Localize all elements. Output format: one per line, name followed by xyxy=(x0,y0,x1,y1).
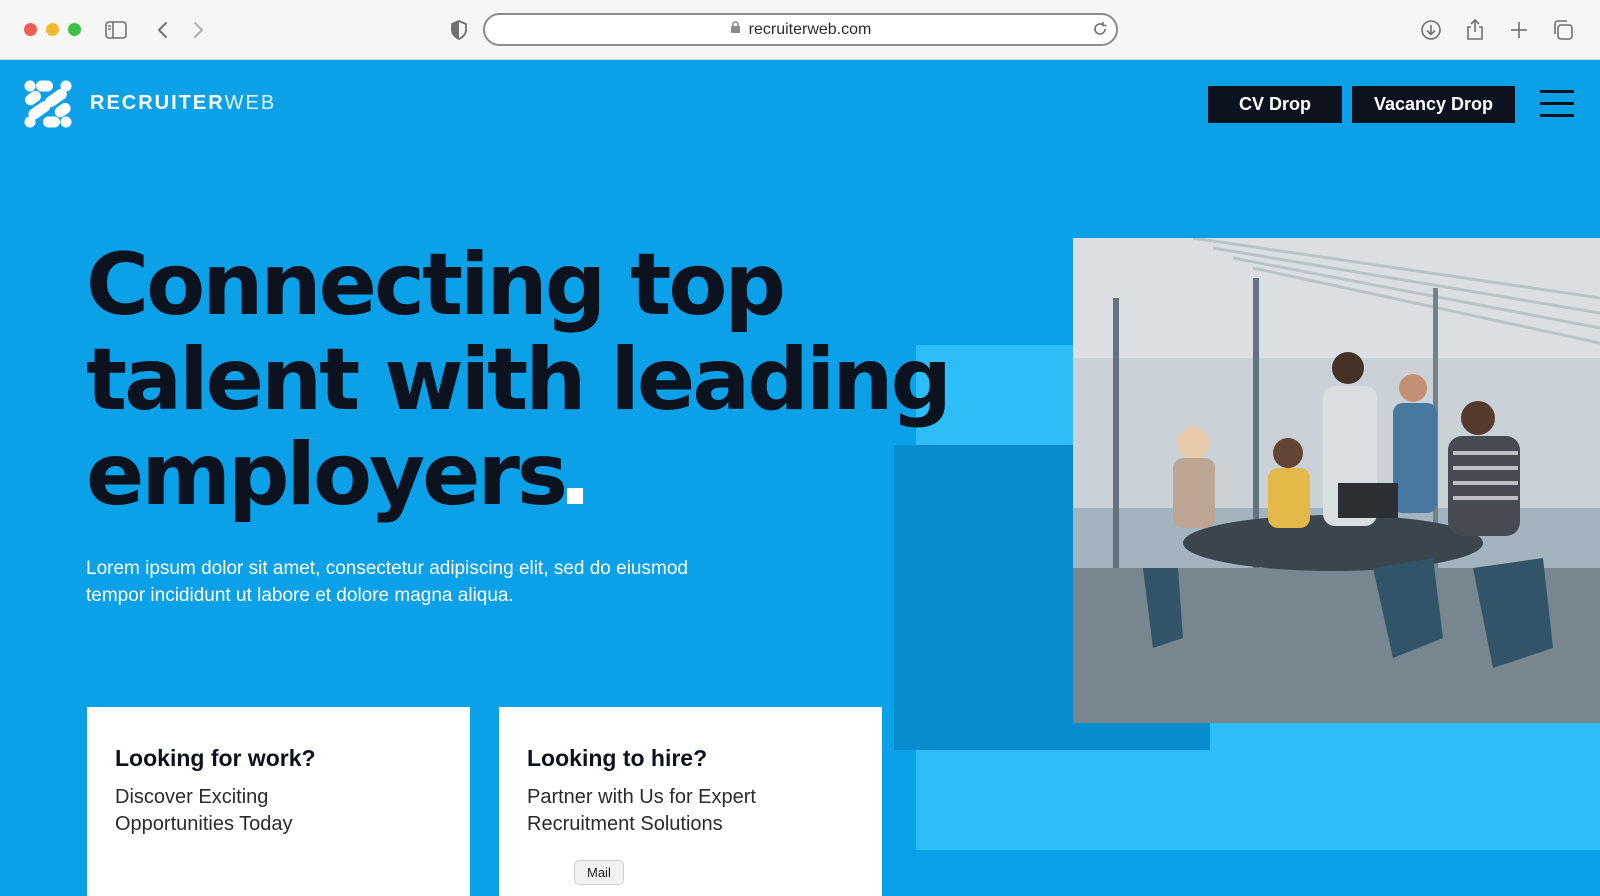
hero-subtitle: Lorem ipsum dolor sit amet, consectetur … xyxy=(86,555,806,609)
brand-wordmark-bold: RECRUITER xyxy=(90,92,225,114)
card-title: Looking for work? xyxy=(115,745,316,771)
forward-arrow-icon[interactable] xyxy=(185,17,211,43)
url-text: recruiterweb.com xyxy=(748,20,872,38)
download-icon[interactable] xyxy=(1418,17,1444,43)
tab-overview-icon[interactable] xyxy=(1550,17,1576,43)
card-text-line-1: Partner with Us for Expert xyxy=(527,786,756,808)
address-bar[interactable]: recruiterweb.com xyxy=(483,13,1118,46)
privacy-shield-icon[interactable] xyxy=(446,17,472,43)
cv-drop-button[interactable]: CV Drop xyxy=(1208,86,1342,123)
minimize-window-button[interactable] xyxy=(46,23,59,36)
hero-headline: Connecting top talent with leading emplo… xyxy=(86,238,986,523)
lock-icon xyxy=(730,20,741,39)
menu-hamburger-icon[interactable] xyxy=(1540,90,1574,118)
recruiterweb-logo-icon[interactable] xyxy=(24,80,72,128)
new-tab-plus-icon[interactable] xyxy=(1506,17,1532,43)
reload-icon[interactable] xyxy=(1092,21,1108,42)
back-arrow-icon[interactable] xyxy=(150,17,176,43)
card-text-line-2: Opportunities Today xyxy=(115,813,293,835)
looking-to-hire-card[interactable]: Looking to hire? Partner with Us for Exp… xyxy=(499,707,882,896)
card-text-line-2: Recruitment Solutions xyxy=(527,813,723,835)
close-window-button[interactable] xyxy=(24,23,37,36)
looking-for-work-card[interactable]: Looking for work? Discover Exciting Oppo… xyxy=(87,707,470,896)
hero-subtitle-line-2: tempor incididunt ut labore et dolore ma… xyxy=(86,585,514,606)
brand-wordmark-light: WEB xyxy=(224,92,277,114)
page: RECRUITERWEB CV Drop Vacancy Drop Connec… xyxy=(0,60,1600,896)
vacancy-drop-button[interactable]: Vacancy Drop xyxy=(1352,86,1515,123)
card-title: Looking to hire? xyxy=(527,745,708,771)
maximize-window-button[interactable] xyxy=(68,23,81,36)
team-meeting-photo xyxy=(1073,238,1600,723)
sidebar-toggle-icon[interactable] xyxy=(103,17,129,43)
hero-subtitle-line-1: Lorem ipsum dolor sit amet, consectetur … xyxy=(86,558,688,579)
hero-headline-line-1: Connecting top xyxy=(86,235,786,335)
browser-toolbar: recruiterweb.com xyxy=(0,0,1600,60)
hero-headline-line-3: employers xyxy=(86,425,568,525)
mail-tooltip: Mail xyxy=(574,860,624,885)
headline-accent-dot xyxy=(567,488,584,504)
card-text-line-1: Discover Exciting xyxy=(115,786,269,808)
brand-wordmark[interactable]: RECRUITERWEB xyxy=(90,92,276,115)
hero-headline-line-2: talent with leading xyxy=(86,330,952,430)
share-icon[interactable] xyxy=(1462,17,1488,43)
